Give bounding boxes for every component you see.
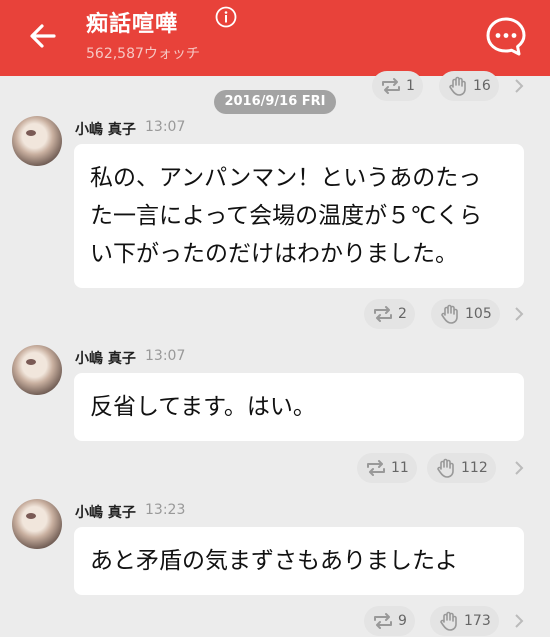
message-bubble: 反省してます。はい。 xyxy=(74,373,524,441)
repost-count: 9 xyxy=(398,613,407,629)
date-separator: 2016/9/16 FRI xyxy=(214,90,336,114)
message-bubble: あと矛盾の気まずさもありましたよ xyxy=(74,527,524,595)
repost-icon xyxy=(374,306,392,322)
clap-hand-icon xyxy=(441,304,458,324)
repost-icon xyxy=(367,460,385,476)
message-line: た一言によって会場の温度が５℃くら xyxy=(90,203,482,229)
arrow-left-icon xyxy=(30,24,56,48)
author-name: 小嶋 真子 xyxy=(75,122,136,138)
author-name: 小嶋 真子 xyxy=(75,351,136,367)
message-line: 反省してます。はい。 xyxy=(90,394,316,420)
message-line: い下がったのだけはわかりました。 xyxy=(90,241,458,267)
message-time: 13:07 xyxy=(145,348,186,364)
clap-hand-icon xyxy=(437,458,454,478)
avatar[interactable] xyxy=(12,345,62,395)
repost-count: 11 xyxy=(391,460,409,476)
chevron-right-icon[interactable] xyxy=(512,459,526,477)
repost-icon xyxy=(382,78,400,94)
repost-count: 1 xyxy=(406,78,415,94)
clap-count: 173 xyxy=(464,613,491,629)
info-icon[interactable] xyxy=(215,6,237,28)
clap-hand-icon xyxy=(449,76,466,96)
avatar[interactable] xyxy=(12,116,62,166)
repost-button[interactable]: 11 xyxy=(357,453,417,483)
clap-hand-icon xyxy=(440,611,457,631)
message-time: 13:23 xyxy=(145,502,186,518)
chat-bubble-menu-icon xyxy=(486,17,526,56)
repost-count: 2 xyxy=(398,306,407,322)
page-title: 痴話喧嘩 xyxy=(86,12,179,37)
author-name: 小嶋 真子 xyxy=(75,505,136,521)
clap-count: 105 xyxy=(465,306,492,322)
clap-count: 16 xyxy=(473,78,491,94)
clap-button[interactable]: 16 xyxy=(439,71,499,101)
repost-button[interactable]: 9 xyxy=(364,606,415,636)
clap-button[interactable]: 173 xyxy=(430,606,499,636)
chevron-right-icon[interactable] xyxy=(512,305,526,323)
clap-button[interactable]: 105 xyxy=(431,299,500,329)
message-bubble: 私の、アンパンマン！というあのたっ た一言によって会場の温度が５℃くら い下がっ… xyxy=(74,144,524,288)
chat-menu-button[interactable] xyxy=(484,14,528,58)
chevron-right-icon[interactable] xyxy=(512,77,526,95)
clap-count: 112 xyxy=(461,460,488,476)
message-line: あと矛盾の気まずさもありましたよ xyxy=(90,548,458,574)
repost-icon xyxy=(374,613,392,629)
avatar[interactable] xyxy=(12,499,62,549)
back-button[interactable] xyxy=(24,16,64,56)
repost-button[interactable]: 2 xyxy=(364,299,415,329)
message-line: 私の、アンパンマン！というあのたっ xyxy=(90,165,482,191)
watch-count: 562,587ウォッチ xyxy=(86,46,200,62)
app-header: 痴話喧嘩 562,587ウォッチ xyxy=(0,0,550,76)
repost-button[interactable]: 1 xyxy=(372,71,423,101)
message-time: 13:07 xyxy=(145,119,186,135)
clap-button[interactable]: 112 xyxy=(427,453,496,483)
chevron-right-icon[interactable] xyxy=(512,612,526,630)
